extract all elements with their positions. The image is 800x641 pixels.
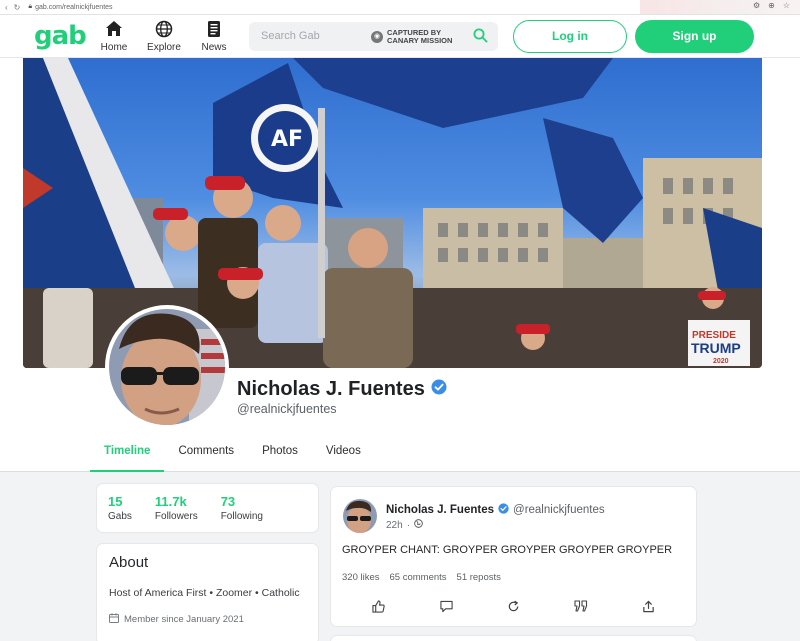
- like-icon[interactable]: [369, 600, 389, 613]
- sign-line3: 2020: [713, 358, 729, 365]
- tab-comments[interactable]: Comments: [164, 435, 248, 472]
- tab-photos[interactable]: Photos: [248, 435, 312, 472]
- stat-following-label: Following: [220, 511, 263, 522]
- tab-timeline[interactable]: Timeline: [90, 435, 165, 472]
- member-since: Member since January 2021: [109, 613, 306, 626]
- browser-toolbar: ‹ ↻ 🔒︎ gab.com/realnickjfuentes ⚙ ⊕ ☆: [0, 0, 800, 15]
- public-globe-icon: [414, 519, 423, 531]
- stat-followers[interactable]: 11.7k Followers: [155, 494, 198, 532]
- zoom-icon[interactable]: ⊕: [768, 1, 775, 10]
- profile-name: Nicholas J. Fuentes: [237, 378, 447, 401]
- canary-line2: CANARY MISSION: [387, 36, 453, 45]
- stat-followers-value: 11.7k: [154, 494, 187, 509]
- share-icon[interactable]: [638, 600, 658, 613]
- comment-icon[interactable]: [436, 600, 456, 613]
- nav-home[interactable]: Home: [94, 20, 134, 53]
- about-title: About: [109, 554, 149, 571]
- post-comments[interactable]: 65 comments: [390, 572, 447, 583]
- back-icon[interactable]: ‹: [5, 3, 8, 12]
- verified-icon: [431, 378, 447, 401]
- stat-following-value: 73: [220, 494, 236, 509]
- about-bio: Host of America First • Zoomer • Catholi…: [109, 587, 300, 599]
- avatar: [109, 309, 225, 425]
- verified-icon: [498, 503, 509, 517]
- search-box[interactable]: Search Gab ◉ CAPTURED BY CANARY MISSION: [249, 22, 498, 51]
- post-time-text[interactable]: 22h: [386, 520, 403, 531]
- browser-nav: ‹ ↻: [5, 3, 20, 12]
- canary-mission-badge: ◉ CAPTURED BY CANARY MISSION: [371, 29, 452, 45]
- site-header: gab Home Explore News Search Gab ◉ CAPTU…: [0, 15, 800, 58]
- sign-line2: TRUMP: [691, 340, 741, 356]
- browser-tools: ⚙ ⊕ ☆: [753, 1, 790, 10]
- post-card: Nicholas J. Fuentes @realnickjfuentes 22…: [331, 487, 696, 626]
- reload-icon[interactable]: ↻: [14, 3, 21, 12]
- stat-following[interactable]: 73 Following: [221, 494, 263, 532]
- canary-icon: ◉: [371, 31, 383, 43]
- search-input[interactable]: Search Gab: [261, 30, 320, 42]
- profile-name-text: Nicholas J. Fuentes: [237, 378, 425, 400]
- extension-icon[interactable]: ⚙: [753, 1, 760, 10]
- next-post-card: [331, 636, 696, 641]
- calendar-icon: [109, 613, 119, 626]
- address-bar[interactable]: gab.com/realnickjfuentes: [35, 4, 112, 11]
- post-stats: 320 likes 65 comments 51 reposts: [342, 572, 501, 583]
- stat-gabs-label: Gabs: [108, 511, 132, 522]
- star-icon[interactable]: ☆: [783, 1, 790, 10]
- profile-header: AF PRESIDE TRUMP 2020 Nicholas J. Fuente…: [0, 58, 800, 472]
- nav-news-label: News: [201, 42, 227, 53]
- profile-tabs: Timeline Comments Photos Videos: [90, 435, 375, 472]
- about-card: About Host of America First • Zoomer • C…: [97, 544, 318, 641]
- post-text: GROYPER CHANT: GROYPER GROYPER GROYPER G…: [342, 544, 673, 556]
- login-button[interactable]: Log in: [513, 20, 627, 53]
- member-since-text: Member since January 2021: [124, 614, 244, 625]
- post-author[interactable]: Nicholas J. Fuentes @realnickjfuentes: [386, 503, 605, 517]
- globe-icon: [144, 20, 184, 38]
- post-avatar[interactable]: [343, 499, 377, 533]
- nav-news[interactable]: News: [194, 20, 234, 53]
- stat-gabs[interactable]: 15 Gabs: [108, 494, 132, 532]
- repost-icon[interactable]: [503, 600, 523, 613]
- stat-followers-label: Followers: [154, 511, 198, 522]
- profile-handle: @realnickjfuentes: [237, 402, 337, 416]
- post-likes[interactable]: 320 likes: [342, 572, 380, 583]
- quote-icon[interactable]: [571, 600, 591, 613]
- svg-text:AF: AF: [271, 127, 303, 152]
- stat-gabs-value: 15: [108, 494, 123, 509]
- profile-stats-card: 15 Gabs 11.7k Followers 73 Following: [97, 484, 318, 532]
- gab-logo[interactable]: gab: [34, 21, 87, 51]
- post-reposts[interactable]: 51 reposts: [457, 572, 501, 583]
- nav-home-label: Home: [100, 42, 128, 53]
- search-icon[interactable]: [473, 28, 488, 48]
- post-actions: [331, 600, 696, 613]
- post-author-name[interactable]: Nicholas J. Fuentes: [386, 504, 494, 516]
- dot-separator: ·: [406, 519, 411, 531]
- home-icon: [94, 20, 134, 38]
- tab-videos[interactable]: Videos: [312, 435, 375, 472]
- nav-explore-label: Explore: [147, 42, 181, 53]
- news-icon: [194, 20, 234, 38]
- post-timestamp: 22h ·: [386, 519, 423, 531]
- lock-icon: 🔒︎: [28, 3, 33, 10]
- profile-avatar[interactable]: [105, 305, 229, 429]
- post-author-handle[interactable]: @realnickjfuentes: [513, 504, 605, 516]
- signup-button[interactable]: Sign up: [635, 20, 754, 53]
- nav-explore[interactable]: Explore: [144, 20, 184, 53]
